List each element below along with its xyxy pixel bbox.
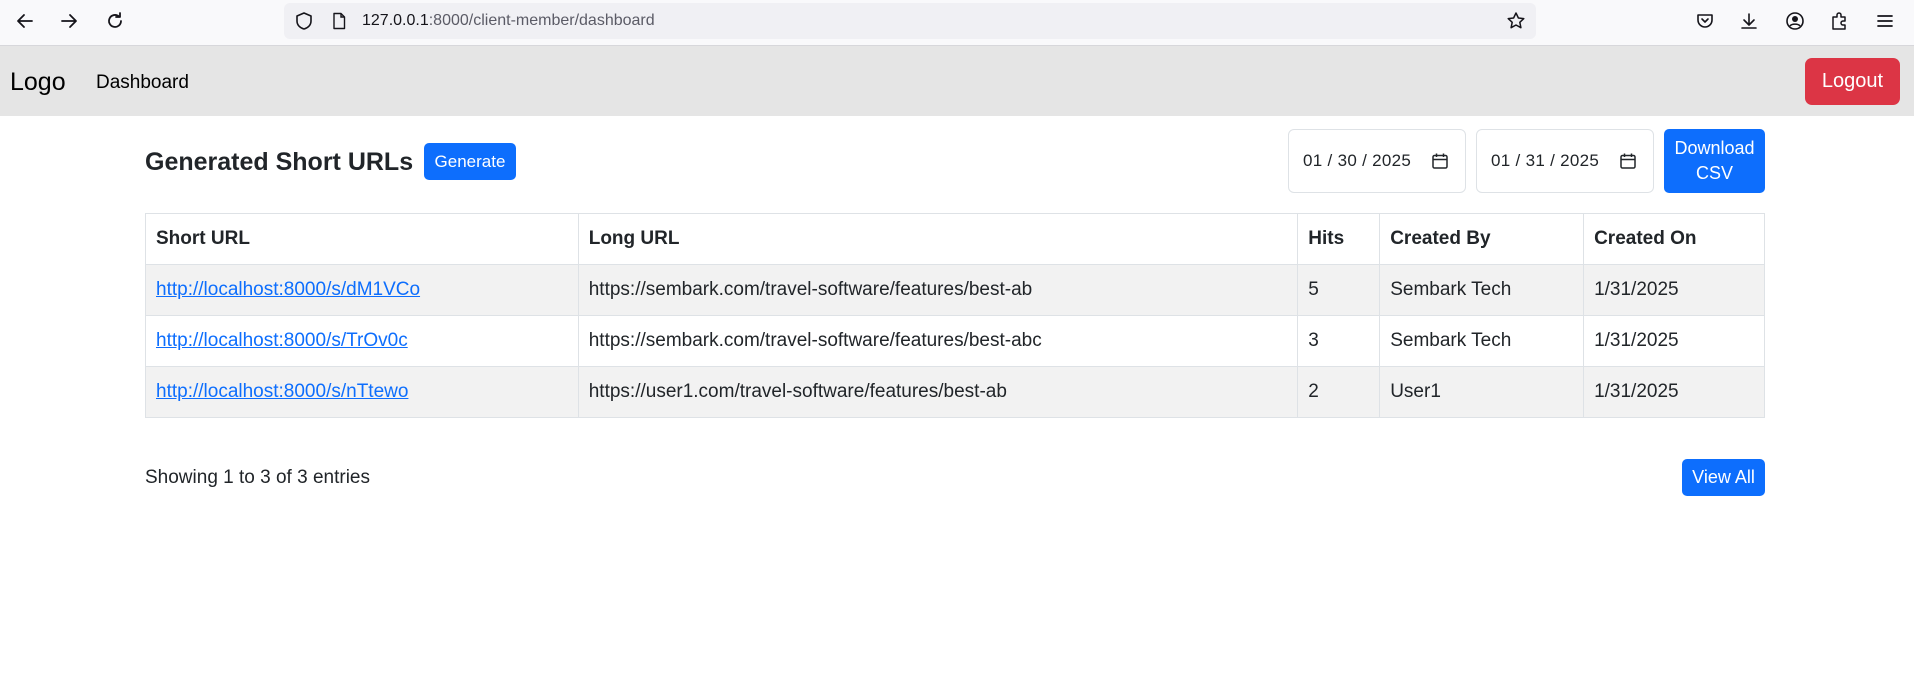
- column-header-created-by: Created By: [1379, 213, 1585, 265]
- long-url-cell: https://sembark.com/travel-software/feat…: [577, 264, 1299, 316]
- back-arrow-icon: [17, 14, 33, 28]
- long-url-cell: https://user1.com/travel-software/featur…: [577, 366, 1299, 418]
- column-header-hits: Hits: [1297, 213, 1381, 265]
- reload-button[interactable]: [98, 6, 132, 36]
- url-host: 127.0.0.1: [362, 12, 429, 29]
- short-urls-table: Short URL Long URL Hits Created By Creat…: [145, 213, 1765, 418]
- page-title: Generated Short URLs: [145, 148, 414, 176]
- nav-link-dashboard[interactable]: Dashboard: [96, 72, 189, 94]
- short-url-cell: http://localhost:8000/s/dM1VCo: [145, 264, 579, 316]
- forward-arrow-icon: [61, 14, 77, 28]
- long-url-cell: https://sembark.com/travel-software/feat…: [577, 315, 1299, 367]
- logout-button[interactable]: Logout: [1805, 58, 1900, 105]
- generate-button[interactable]: Generate: [424, 143, 516, 180]
- table-header-row: Short URL Long URL Hits Created By Creat…: [145, 213, 1765, 265]
- download-csv-button[interactable]: Download CSV: [1664, 129, 1765, 193]
- view-all-button[interactable]: View All: [1682, 459, 1765, 496]
- table-row: http://localhost:8000/s/TrOv0c https://s…: [145, 315, 1765, 367]
- calendar-icon[interactable]: [1619, 152, 1637, 170]
- column-header-created-on: Created On: [1583, 213, 1765, 265]
- date-from-value: 01 / 30 / 2025: [1303, 151, 1412, 170]
- created-on-cell: 1/31/2025: [1583, 264, 1765, 316]
- address-bar[interactable]: 127.0.0.1:8000/client-member/dashboard: [284, 3, 1536, 39]
- app-navbar: Logo Dashboard Logout: [0, 46, 1914, 116]
- reload-icon: [108, 12, 122, 28]
- shield-icon[interactable]: [294, 11, 314, 31]
- account-icon: [1786, 12, 1804, 30]
- url-text[interactable]: 127.0.0.1:8000/client-member/dashboard: [362, 12, 655, 30]
- date-to-input[interactable]: 01 / 31 / 2025: [1476, 129, 1654, 193]
- hits-cell: 5: [1297, 264, 1381, 316]
- browser-toolbar: 127.0.0.1:8000/client-member/dashboard: [0, 0, 1914, 46]
- created-by-cell: User1: [1379, 366, 1585, 418]
- account-button[interactable]: [1782, 8, 1808, 34]
- date-to-value: 01 / 31 / 2025: [1491, 151, 1600, 170]
- hits-cell: 3: [1297, 315, 1381, 367]
- bookmark-star-icon[interactable]: [1506, 11, 1526, 31]
- download-icon: [1741, 13, 1757, 29]
- logo[interactable]: Logo: [10, 68, 66, 97]
- downloads-button[interactable]: [1736, 8, 1762, 34]
- entries-info: Showing 1 to 3 of 3 entries: [145, 467, 370, 488]
- app-menu-button[interactable]: [1872, 8, 1898, 34]
- back-button[interactable]: [8, 6, 42, 36]
- column-header-short-url: Short URL: [145, 213, 579, 265]
- pocket-icon: [1697, 14, 1713, 28]
- pocket-button[interactable]: [1692, 8, 1718, 34]
- date-from-input[interactable]: 01 / 30 / 2025: [1288, 129, 1466, 193]
- created-on-cell: 1/31/2025: [1583, 315, 1765, 367]
- short-url-link[interactable]: http://localhost:8000/s/dM1VCo: [156, 279, 420, 300]
- short-url-cell: http://localhost:8000/s/TrOv0c: [145, 315, 579, 367]
- url-path: :8000/client-member/dashboard: [428, 12, 655, 29]
- extensions-icon: [1832, 12, 1846, 30]
- created-by-cell: Sembark Tech: [1379, 264, 1585, 316]
- forward-button[interactable]: [52, 6, 86, 36]
- created-by-cell: Sembark Tech: [1379, 315, 1585, 367]
- short-url-cell: http://localhost:8000/s/nTtewo: [145, 366, 579, 418]
- menu-icon: [1877, 15, 1893, 27]
- page-icon[interactable]: [330, 12, 348, 30]
- extensions-button[interactable]: [1826, 8, 1852, 34]
- table-row: http://localhost:8000/s/nTtewo https://u…: [145, 366, 1765, 418]
- hits-cell: 2: [1297, 366, 1381, 418]
- table-row: http://localhost:8000/s/dM1VCo https://s…: [145, 264, 1765, 316]
- created-on-cell: 1/31/2025: [1583, 366, 1765, 418]
- short-url-link[interactable]: http://localhost:8000/s/TrOv0c: [156, 330, 408, 351]
- column-header-long-url: Long URL: [577, 213, 1299, 265]
- short-url-link[interactable]: http://localhost:8000/s/nTtewo: [156, 381, 408, 402]
- calendar-icon[interactable]: [1431, 152, 1449, 170]
